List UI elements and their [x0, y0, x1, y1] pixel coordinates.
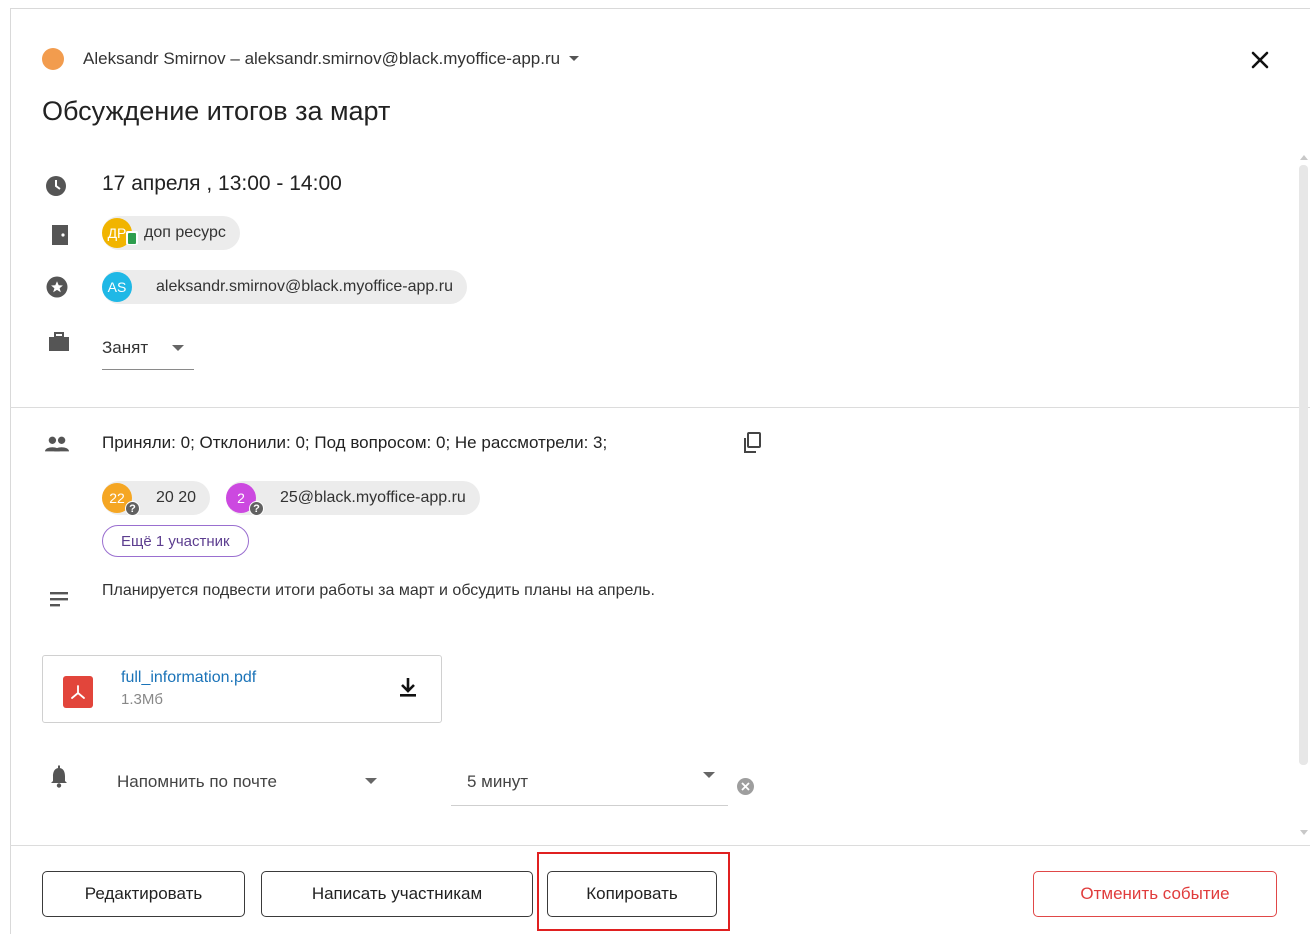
event-description: Планируется подвести итоги работы за мар…: [102, 582, 655, 599]
event-time: 17 апреля , 13:00 - 14:00: [102, 172, 342, 195]
participant-initials: 22: [109, 490, 125, 506]
attachment-card: full_information.pdf 1.3Мб: [42, 655, 442, 723]
busy-status-value: Занят: [102, 337, 149, 357]
participant-chip[interactable]: 22 ? 20 20: [102, 481, 211, 516]
participant-name: 25@black.myoffice-app.ru: [280, 489, 466, 506]
bell-icon: [47, 765, 71, 789]
download-icon: [400, 678, 416, 697]
reminder-type-select[interactable]: Напомнить по почте: [117, 758, 397, 806]
organizer-chip[interactable]: AS aleksandr.smirnov@black.myoffice-app.…: [102, 270, 467, 304]
scroll-down-arrow[interactable]: [1300, 830, 1308, 835]
copy-button[interactable]: Копировать: [547, 871, 717, 917]
edit-button[interactable]: Редактировать: [42, 871, 245, 917]
participant-chip[interactable]: 2 ? 25@black.myoffice-app.ru: [226, 481, 480, 516]
star-icon: [45, 275, 69, 299]
cancel-event-button[interactable]: Отменить событие: [1033, 871, 1277, 917]
question-badge-icon: ?: [125, 501, 140, 516]
event-title: Обсуждение итогов за март: [42, 96, 391, 126]
participant-avatar: 22 ?: [102, 483, 140, 516]
door-badge-icon: [126, 231, 138, 245]
participant-avatar: 2 ?: [226, 483, 264, 516]
attachment-name[interactable]: full_information.pdf: [121, 669, 256, 687]
chevron-down-icon: [172, 345, 184, 351]
pdf-icon: [63, 676, 93, 708]
clear-icon: [741, 782, 750, 791]
close-icon: [1251, 51, 1269, 69]
participant-initials: 2: [237, 490, 245, 506]
footer-divider: [10, 845, 1310, 846]
more-participants-button[interactable]: Ещё 1 участник: [102, 525, 249, 557]
scroll-up-arrow[interactable]: [1300, 155, 1308, 160]
scrollbar-thumb[interactable]: [1299, 165, 1308, 765]
participants-stats: Приняли: 0; Отклонили: 0; Под вопросом: …: [102, 433, 608, 452]
resource-avatar: ДР: [102, 218, 138, 248]
chevron-down-icon: [365, 778, 377, 784]
reminder-type-value: Напомнить по почте: [117, 772, 277, 791]
resource-name: доп ресурс: [144, 224, 226, 241]
people-icon: [45, 432, 69, 456]
calendar-color-dot: [42, 48, 64, 70]
close-button[interactable]: [1240, 40, 1280, 80]
chevron-down-icon: [569, 55, 580, 61]
question-badge-icon: ?: [249, 501, 264, 516]
account-selector[interactable]: Aleksandr Smirnov – aleksandr.smirnov@bl…: [42, 44, 580, 74]
clear-reminder-button[interactable]: [737, 778, 754, 795]
attachment-size: 1.3Мб: [121, 691, 163, 708]
organizer-email: aleksandr.smirnov@black.myoffice-app.ru: [156, 278, 453, 295]
reminder-time-select[interactable]: 5 минут: [451, 758, 728, 806]
organizer-avatar: AS: [102, 272, 132, 302]
chevron-down-icon: [703, 772, 715, 778]
organizer-initials: AS: [107, 279, 127, 295]
account-label: Aleksandr Smirnov – aleksandr.smirnov@bl…: [83, 49, 561, 68]
busy-status-select[interactable]: Занят: [102, 326, 194, 370]
clock-icon: [44, 174, 68, 198]
download-button[interactable]: [393, 672, 423, 702]
copy-icon[interactable]: [740, 431, 764, 455]
resource-chip[interactable]: ДР доп ресурс: [102, 216, 240, 250]
resource-initials: ДР: [107, 225, 127, 241]
briefcase-icon: [47, 330, 71, 354]
participant-name: 20 20: [156, 489, 197, 506]
reminder-time-value: 5 минут: [467, 771, 529, 791]
door-icon: [48, 223, 72, 247]
section-divider: [10, 407, 1310, 408]
description-icon: [47, 587, 71, 611]
write-participants-button[interactable]: Написать участникам: [261, 871, 533, 917]
